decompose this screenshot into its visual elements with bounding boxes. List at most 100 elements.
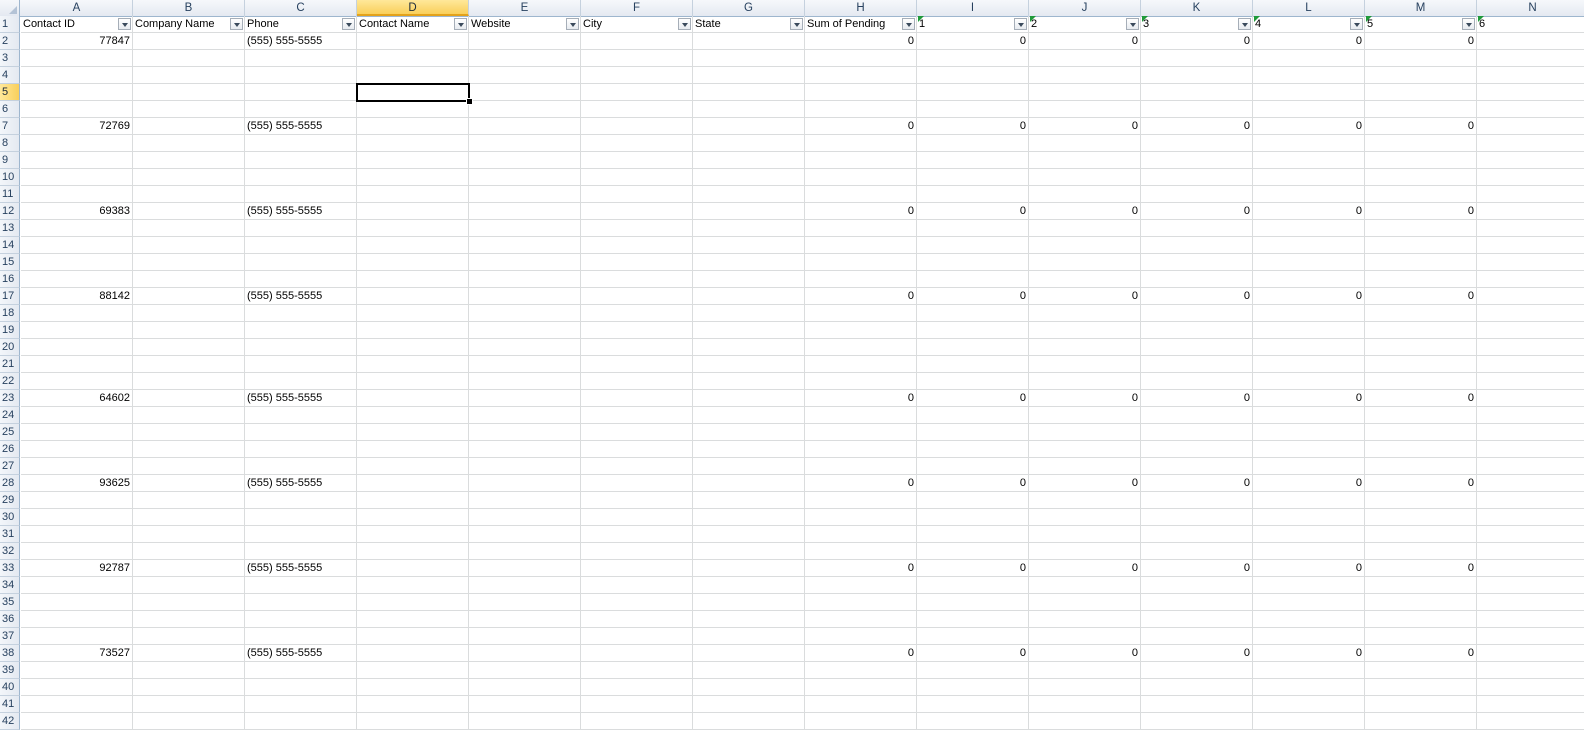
cell-b39[interactable] (133, 662, 245, 679)
row-header-40[interactable]: 40 (0, 679, 20, 696)
phone-cell[interactable]: (555) 555-5555 (245, 288, 357, 305)
cell-n7[interactable] (1477, 118, 1584, 135)
cell-g35[interactable] (693, 594, 805, 611)
cell-e33[interactable] (469, 560, 581, 577)
cell-k16[interactable] (1141, 271, 1253, 288)
cell-f9[interactable] (581, 152, 693, 169)
cell-b2[interactable] (133, 33, 245, 50)
value-cell[interactable]: 0 (1365, 203, 1477, 220)
cell-a29[interactable] (21, 492, 133, 509)
cell-h26[interactable] (805, 441, 917, 458)
cell-d24[interactable] (357, 407, 469, 424)
cell-h25[interactable] (805, 424, 917, 441)
cell-j8[interactable] (1029, 135, 1141, 152)
cell-f25[interactable] (581, 424, 693, 441)
cell-n13[interactable] (1477, 220, 1584, 237)
cell-n15[interactable] (1477, 254, 1584, 271)
cell-d20[interactable] (357, 339, 469, 356)
cell-f22[interactable] (581, 373, 693, 390)
header-cell-e[interactable]: Website (469, 16, 581, 33)
cell-m29[interactable] (1365, 492, 1477, 509)
cell-j36[interactable] (1029, 611, 1141, 628)
column-header-a[interactable]: A (21, 0, 133, 16)
value-cell[interactable]: 0 (1365, 288, 1477, 305)
cell-d14[interactable] (357, 237, 469, 254)
row-header-7[interactable]: 7 (0, 118, 20, 135)
cell-j14[interactable] (1029, 237, 1141, 254)
cell-e3[interactable] (469, 50, 581, 67)
cell-k21[interactable] (1141, 356, 1253, 373)
cell-a4[interactable] (21, 67, 133, 84)
filter-dropdown-icon[interactable] (566, 18, 579, 30)
cell-h15[interactable] (805, 254, 917, 271)
row-header-10[interactable]: 10 (0, 169, 20, 186)
column-header-c[interactable]: C (245, 0, 357, 16)
value-cell[interactable]: 0 (1253, 645, 1365, 662)
cell-m26[interactable] (1365, 441, 1477, 458)
cell-k31[interactable] (1141, 526, 1253, 543)
cell-k34[interactable] (1141, 577, 1253, 594)
row-header-23[interactable]: 23 (0, 390, 20, 407)
cell-j20[interactable] (1029, 339, 1141, 356)
cell-h6[interactable] (805, 101, 917, 118)
cell-m36[interactable] (1365, 611, 1477, 628)
cell-j37[interactable] (1029, 628, 1141, 645)
cell-d32[interactable] (357, 543, 469, 560)
cell-f23[interactable] (581, 390, 693, 407)
cell-f16[interactable] (581, 271, 693, 288)
cell-g11[interactable] (693, 186, 805, 203)
cell-m37[interactable] (1365, 628, 1477, 645)
cell-c16[interactable] (245, 271, 357, 288)
cell-c40[interactable] (245, 679, 357, 696)
cell-e38[interactable] (469, 645, 581, 662)
cell-a13[interactable] (21, 220, 133, 237)
cell-a27[interactable] (21, 458, 133, 475)
row-header-2[interactable]: 2 (0, 33, 20, 50)
cell-k9[interactable] (1141, 152, 1253, 169)
cell-d10[interactable] (357, 169, 469, 186)
cell-c42[interactable] (245, 713, 357, 730)
column-header-h[interactable]: H (805, 0, 917, 16)
cell-j15[interactable] (1029, 254, 1141, 271)
cell-e21[interactable] (469, 356, 581, 373)
cell-j18[interactable] (1029, 305, 1141, 322)
cell-k27[interactable] (1141, 458, 1253, 475)
cell-k35[interactable] (1141, 594, 1253, 611)
value-cell[interactable]: 0 (1365, 118, 1477, 135)
cell-l18[interactable] (1253, 305, 1365, 322)
cell-m19[interactable] (1365, 322, 1477, 339)
cell-l21[interactable] (1253, 356, 1365, 373)
cell-f40[interactable] (581, 679, 693, 696)
cell-e15[interactable] (469, 254, 581, 271)
cell-b19[interactable] (133, 322, 245, 339)
cell-m6[interactable] (1365, 101, 1477, 118)
cell-b40[interactable] (133, 679, 245, 696)
row-header-1[interactable]: 1 (0, 16, 20, 33)
cell-e6[interactable] (469, 101, 581, 118)
cell-c22[interactable] (245, 373, 357, 390)
row-header-17[interactable]: 17 (0, 288, 20, 305)
cell-l13[interactable] (1253, 220, 1365, 237)
cell-b35[interactable] (133, 594, 245, 611)
cell-a36[interactable] (21, 611, 133, 628)
column-header-j[interactable]: J (1029, 0, 1141, 16)
cell-n27[interactable] (1477, 458, 1584, 475)
cell-f31[interactable] (581, 526, 693, 543)
cell-l29[interactable] (1253, 492, 1365, 509)
row-header-6[interactable]: 6 (0, 101, 20, 118)
value-cell[interactable]: 0 (1029, 33, 1141, 50)
cell-i29[interactable] (917, 492, 1029, 509)
cell-c41[interactable] (245, 696, 357, 713)
value-cell[interactable]: 0 (1253, 475, 1365, 492)
cell-e2[interactable] (469, 33, 581, 50)
filter-dropdown-icon[interactable] (118, 18, 131, 30)
cell-a8[interactable] (21, 135, 133, 152)
cell-b23[interactable] (133, 390, 245, 407)
cell-n26[interactable] (1477, 441, 1584, 458)
cell-n18[interactable] (1477, 305, 1584, 322)
cell-g13[interactable] (693, 220, 805, 237)
filter-dropdown-icon[interactable] (902, 18, 915, 30)
cell-a40[interactable] (21, 679, 133, 696)
header-cell-g[interactable]: State (693, 16, 805, 33)
cell-k40[interactable] (1141, 679, 1253, 696)
